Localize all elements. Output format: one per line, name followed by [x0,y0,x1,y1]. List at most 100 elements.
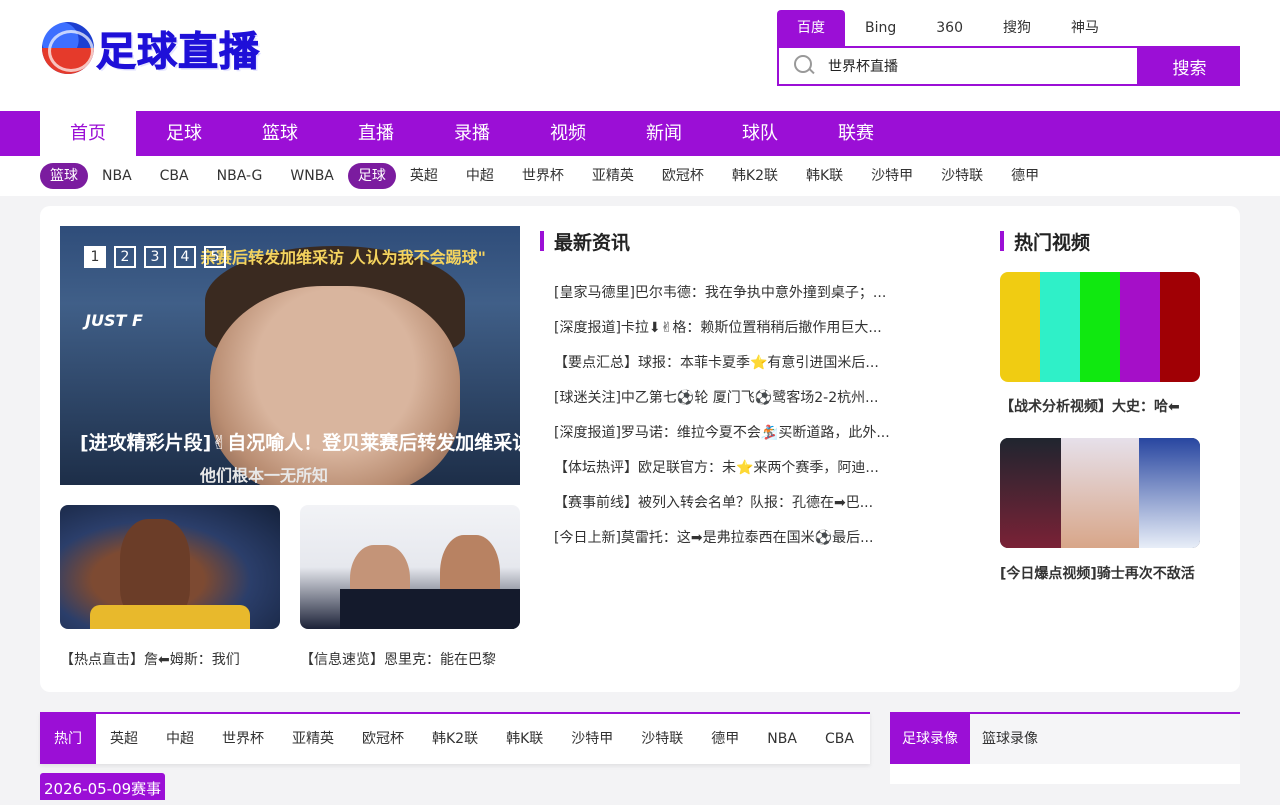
latest-news-title: 最新资讯 [540,228,630,255]
slider-image-face [210,286,460,485]
search-tab-sogou[interactable]: 搜狗 [983,10,1051,46]
subnav-wnba[interactable]: WNBA [276,163,348,189]
tab-k2[interactable]: 韩K2联 [418,714,492,764]
search-tab-bing[interactable]: Bing [845,10,916,46]
video-caption-2[interactable]: [今日爆点视频]骑士再次不敌活 [1000,563,1195,583]
news-item[interactable]: 【要点汇总】球报：本菲卡夏季⭐有意引进国米后... [554,352,914,387]
color-bar [1080,272,1120,382]
video-caption-1[interactable]: 【战术分析视频】大史：哈⬅ [1000,396,1180,416]
news-item[interactable]: 【体坛热评】欧足联官方：未⭐来两个赛季，阿迪... [554,457,914,492]
nav-home[interactable]: 首页 [40,111,136,156]
thumb-caption-2[interactable]: 【信息速览】恩里克：能在巴黎 [300,649,520,669]
color-bar [1160,272,1200,382]
tab-epl[interactable]: 英超 [96,714,152,764]
slider-page-5[interactable]: 5 [204,246,226,268]
nav-basketball[interactable]: 篮球 [232,111,328,156]
search-input-wrap [777,46,1139,86]
logo-text: 足球直播 [96,29,260,76]
slider-page-4[interactable]: 4 [174,246,196,268]
tab-nba[interactable]: NBA [753,714,811,764]
header: 足球直播 百度 Bing 360 搜狗 神马 搜索 [0,0,1280,111]
subnav-world-cup[interactable]: 世界杯 [508,163,578,189]
tab-bundesliga[interactable]: 德甲 [697,714,753,764]
subnav-football-tag[interactable]: 足球 [347,163,396,189]
news-item[interactable]: [球迷关注]中乙第七⚽轮 厦门飞⚽鹭客场2-2杭州... [554,387,914,422]
nav-video[interactable]: 视频 [520,111,616,156]
tab-ucl[interactable]: 欧冠杯 [348,714,418,764]
subnav-nba-g[interactable]: NBA-G [203,163,277,189]
thumb-panel-left [1000,438,1061,548]
thumb-jersey [90,605,250,629]
subnav-nba[interactable]: NBA [88,163,146,189]
thumb-player-face [120,519,190,619]
subnav-ucl[interactable]: 欧冠杯 [648,163,718,189]
color-bar [1000,272,1040,382]
subnav-saudi-pro[interactable]: 沙特联 [927,163,997,189]
nav-news[interactable]: 新闻 [616,111,712,156]
basketball-logo-icon [42,22,94,74]
search-tab-baidu[interactable]: 百度 [777,10,845,46]
tab-saudi-pro[interactable]: 沙特联 [627,714,697,764]
tab-csl[interactable]: 中超 [152,714,208,764]
subnav-bundesliga[interactable]: 德甲 [997,163,1053,189]
news-item[interactable]: [今日上新]莫雷托：这➡是弗拉泰西在国米⚽最后... [554,527,914,562]
tab-world-cup[interactable]: 世界杯 [208,714,278,764]
subnav-afc-elite[interactable]: 亚精英 [578,163,648,189]
slider-title[interactable]: [进攻精彩片段]✌自况喻人！登贝莱赛后转发加维采访 [80,428,520,455]
slider-image-sign: JUST F [85,311,143,330]
tab-cba[interactable]: CBA [811,714,868,764]
news-thumb-press[interactable] [300,505,520,629]
color-bar [1120,272,1160,382]
subnav-k2[interactable]: 韩K2联 [718,163,792,189]
tab-saudi-1[interactable]: 沙特甲 [557,714,627,764]
video-thumb-colorbars[interactable] [1000,272,1200,382]
subnav-k1[interactable]: 韩K联 [792,163,857,189]
slider-page-2[interactable]: 2 [114,246,136,268]
nav-replay[interactable]: 录播 [424,111,520,156]
tab-football-recordings[interactable]: 足球录像 [890,714,970,764]
thumb-panel-right [1139,438,1200,548]
tab-k1[interactable]: 韩K联 [492,714,557,764]
subnav-cba[interactable]: CBA [146,163,203,189]
slider-page-3[interactable]: 3 [144,246,166,268]
nav-leagues[interactable]: 联赛 [808,111,904,156]
main-nav: 首页 足球 篮球 直播 录播 视频 新闻 球队 联赛 [0,111,1280,156]
date-tag: 2026-05-09赛事 [40,773,166,800]
search-tab-shenma[interactable]: 神马 [1051,10,1119,46]
nav-teams[interactable]: 球队 [712,111,808,156]
subnav-csl[interactable]: 中超 [452,163,508,189]
site-logo[interactable]: 足球直播 [42,20,260,76]
schedule-tabs: 热门 英超 中超 世界杯 亚精英 欧冠杯 韩K2联 韩K联 沙特甲 沙特联 德甲… [40,712,870,764]
slider-image-caption: 亲赛后转发加维采访 人认为我不会踢球" [200,248,486,267]
recordings-body [890,764,1240,784]
subnav-epl[interactable]: 英超 [396,163,452,189]
video-thumb-players[interactable] [1000,438,1200,548]
slider-pagination: 1 2 3 4 5 [84,246,226,268]
thumb-caption-1[interactable]: 【热点直击】詹⬅姆斯：我们 [60,649,280,669]
subnav-basketball-tag[interactable]: 篮球 [40,163,88,189]
search-button[interactable]: 搜索 [1139,46,1240,86]
news-thumb-lebron[interactable] [60,505,280,629]
tab-hot[interactable]: 热门 [40,714,96,764]
slider-image-subtitle: 他们根本一无所知 [200,466,329,485]
thumb-suits [340,589,520,629]
news-item[interactable]: 【赛事前线】被列入转会名单？队报：孔德在➡巴... [554,492,914,527]
search-input[interactable] [828,58,1128,74]
sub-nav: 篮球 NBA CBA NBA-G WNBA 足球 英超 中超 世界杯 亚精英 欧… [0,156,1280,196]
tab-basketball-recordings[interactable]: 篮球录像 [970,714,1050,764]
news-item[interactable]: [皇家马德里]巴尔韦德：我在争执中意外撞到桌子；... [554,282,914,317]
search-box: 搜索 [777,46,1240,86]
slider-page-1[interactable]: 1 [84,246,106,268]
search-icon [794,55,816,77]
news-item[interactable]: [深度报道]罗马诺：维拉今夏不会🏂买断道路，此外... [554,422,914,457]
search-tab-360[interactable]: 360 [916,10,983,46]
tab-afc-elite[interactable]: 亚精英 [278,714,348,764]
thumb-panel-center [1060,438,1140,548]
hot-videos-title: 热门视频 [1000,228,1090,255]
nav-live[interactable]: 直播 [328,111,424,156]
latest-news-list: [皇家马德里]巴尔韦德：我在争执中意外撞到桌子；... [深度报道]卡拉⬇✌格：… [554,282,914,562]
nav-football[interactable]: 足球 [136,111,232,156]
subnav-saudi-1[interactable]: 沙特甲 [857,163,927,189]
color-bar [1040,272,1080,382]
news-item[interactable]: [深度报道]卡拉⬇✌格：赖斯位置稍稍后撤作用巨大... [554,317,914,352]
